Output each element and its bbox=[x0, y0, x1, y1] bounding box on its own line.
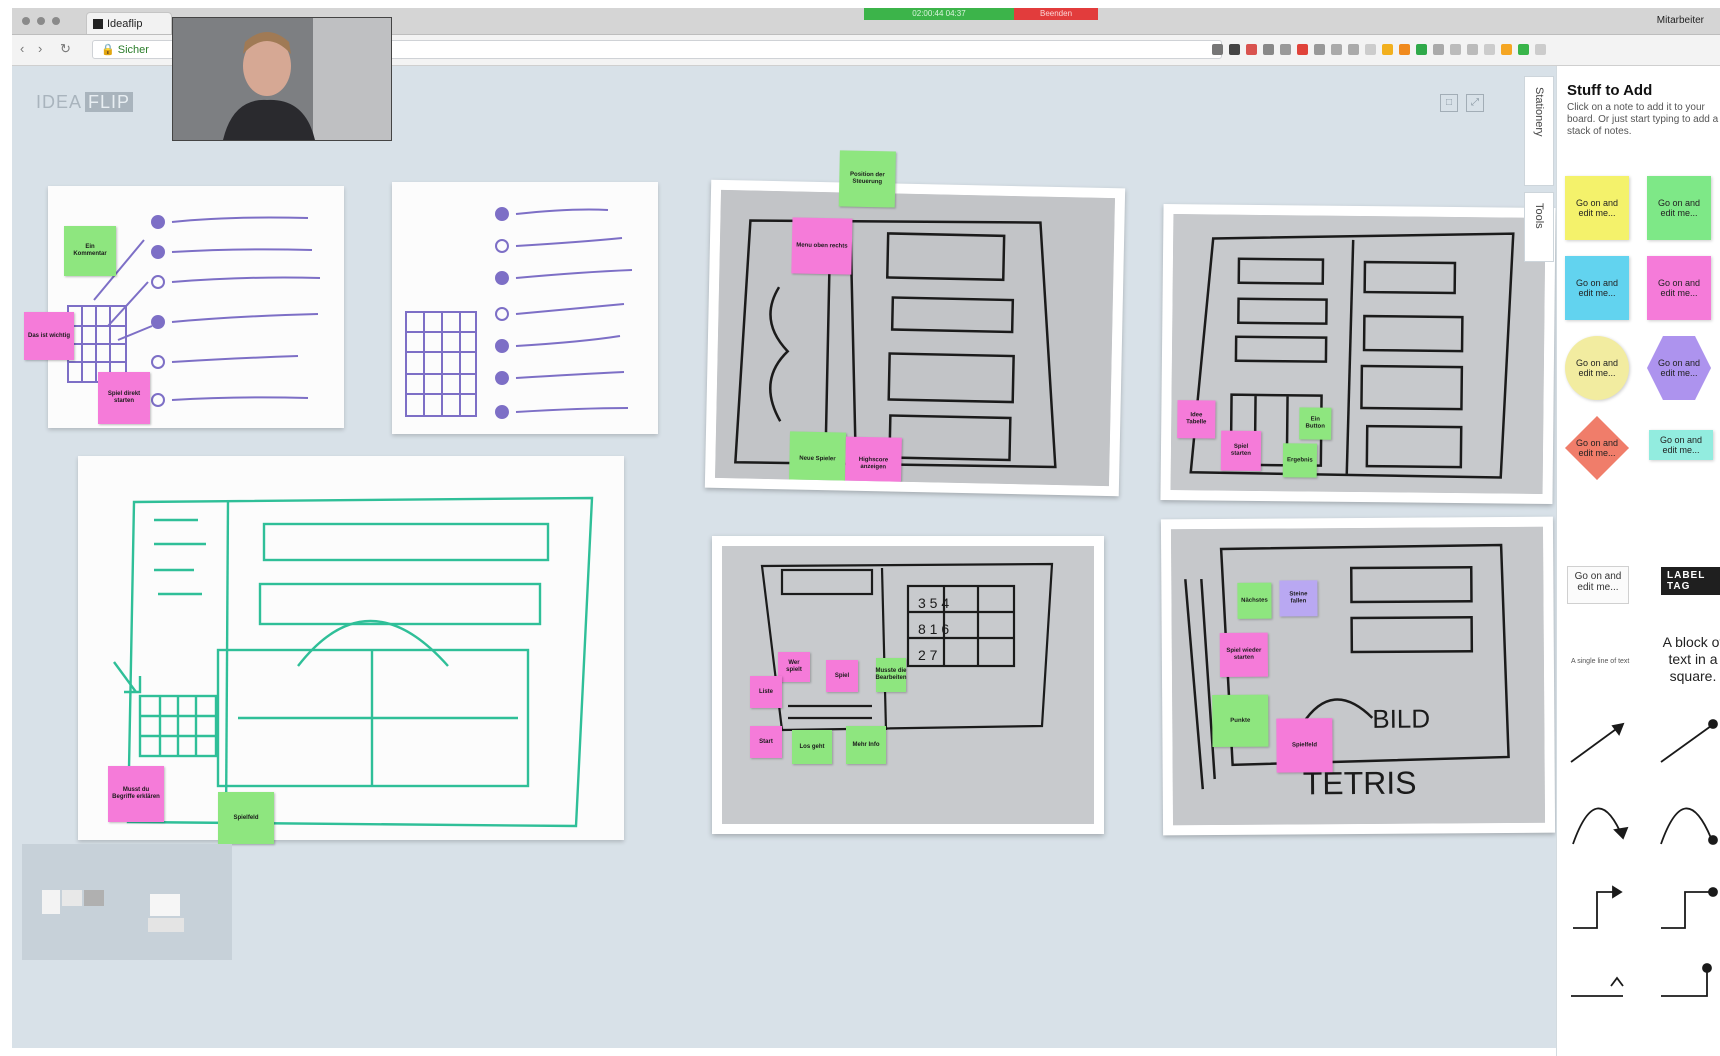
hexagon-note[interactable]: Go on and edit me... bbox=[1647, 336, 1711, 400]
panel-help: Click on a note to add it to your board.… bbox=[1567, 102, 1719, 137]
fit-icon[interactable]: □ bbox=[1440, 94, 1458, 112]
photo-sketch-3[interactable]: 3 5 4 8 1 6 2 7 Wer spielt Spiel Liste M… bbox=[712, 536, 1104, 834]
svg-text:8 1 6: 8 1 6 bbox=[918, 621, 949, 637]
sticky-note[interactable]: Highscore anzeigen bbox=[844, 436, 902, 487]
sketch-card-list[interactable]: Ein Kommentar Das ist wichtig Spiel dire… bbox=[24, 186, 344, 428]
curved-arrow-icon bbox=[1572, 807, 1624, 845]
user-label: Mitarbeiter bbox=[1656, 15, 1704, 26]
sticky-note[interactable]: Spiel direkt starten bbox=[98, 372, 150, 424]
sticky-note[interactable]: Idee Tabelle bbox=[1177, 400, 1216, 439]
sticky-note[interactable]: Steine fallen bbox=[1279, 580, 1318, 617]
sketch-card-wireframe[interactable]: Musst du Begriffe erklären Spielfeld bbox=[78, 456, 624, 844]
favicon-icon bbox=[93, 19, 103, 29]
sticky-note[interactable]: Start bbox=[750, 726, 782, 758]
sketch-drawing bbox=[405, 207, 633, 419]
tab-stationery[interactable]: Stationery bbox=[1524, 76, 1554, 186]
yellow-note[interactable]: Go on and edit me... bbox=[1565, 176, 1629, 240]
side-tabs: Stationery Tools bbox=[1524, 76, 1554, 268]
tab-title: Ideaflip bbox=[107, 18, 143, 30]
photo-sketch-4[interactable]: BILD TETRIS Nächstes Steine fallen Spiel… bbox=[1160, 516, 1556, 836]
sticky-note[interactable]: Ein Kommentar bbox=[64, 226, 116, 276]
reload-icon[interactable]: ↻ bbox=[60, 41, 71, 57]
back-icon[interactable]: ‹ bbox=[20, 41, 24, 56]
call-status-bar: 02:00:44 04:37 Beenden bbox=[864, 8, 1098, 20]
mint-note[interactable]: Go on and edit me... bbox=[1649, 430, 1713, 460]
diamond-note[interactable]: Go on and edit me... bbox=[1565, 416, 1629, 480]
sticky-note[interactable]: Spiel bbox=[826, 660, 858, 692]
sticky-note[interactable]: Spiel wieder starten bbox=[1219, 632, 1269, 677]
sticky-note[interactable]: Wer spielt bbox=[778, 652, 810, 682]
round-note[interactable]: Go on and edit me... bbox=[1565, 336, 1629, 400]
curved-line-dot-icon bbox=[1660, 807, 1712, 845]
url-text: Sicher bbox=[117, 44, 149, 56]
photo-sketch-1[interactable]: Menu oben rechts Neue Spieler Highscore … bbox=[704, 150, 1126, 497]
green-note[interactable]: Go on and edit me... bbox=[1647, 176, 1711, 240]
board-canvas[interactable]: IDEA FLIP □ ⤢ Ein Kommentar Das ist wich… bbox=[12, 66, 1556, 1048]
pink-note[interactable]: Go on and edit me... bbox=[1647, 256, 1711, 320]
forward-icon[interactable]: › bbox=[38, 41, 42, 56]
secure-lock-icon: 🔒 bbox=[101, 44, 118, 56]
svg-text:2 7: 2 7 bbox=[918, 647, 938, 663]
sticky-note[interactable]: Spielfeld bbox=[218, 792, 274, 844]
sticky-note[interactable]: Spielfeld bbox=[1276, 718, 1333, 773]
straight-line-dot-icon bbox=[1660, 725, 1712, 763]
photo-word-bild: BILD bbox=[1372, 703, 1430, 733]
single-line-text-tool[interactable]: A single line of text bbox=[1571, 658, 1629, 665]
sketch-card-list-2[interactable] bbox=[392, 182, 658, 434]
sticky-note[interactable]: Nächstes bbox=[1237, 582, 1272, 619]
fullscreen-icon[interactable]: ⤢ bbox=[1466, 94, 1484, 112]
sticky-note[interactable]: Position der Steuerung bbox=[838, 150, 896, 208]
sticky-note[interactable]: Ergebnis bbox=[1282, 443, 1318, 478]
minimap-preview bbox=[42, 890, 184, 932]
text-box-shape[interactable]: Go on and edit me... bbox=[1567, 566, 1629, 604]
extension-icons[interactable] bbox=[1212, 44, 1546, 55]
step-line-dot-icon bbox=[1661, 970, 1708, 997]
photo-content bbox=[715, 189, 1115, 487]
sticky-note[interactable]: Musste die Bearbeiten bbox=[876, 658, 907, 692]
svg-text:3 5 4: 3 5 4 bbox=[918, 595, 949, 611]
text-block-tool[interactable]: A block of text in a square. bbox=[1653, 634, 1720, 685]
sticky-note[interactable]: Neue Spieler bbox=[788, 431, 847, 487]
window-controls[interactable] bbox=[22, 17, 60, 25]
sticky-note[interactable]: Mehr Info bbox=[846, 726, 886, 764]
sticky-note[interactable]: Spiel starten bbox=[1220, 430, 1262, 471]
label-tag-button[interactable]: LABEL TAG bbox=[1661, 567, 1720, 595]
photo-sketch-2[interactable]: Idee Tabelle Spiel starten Ein Button Er… bbox=[1160, 203, 1556, 505]
sticky-note[interactable]: Punkte bbox=[1212, 694, 1269, 748]
step-arrow-icon bbox=[1571, 976, 1624, 997]
sticky-note[interactable]: Liste bbox=[750, 676, 782, 708]
stuff-to-add-panel: Stuff to Add Click on a note to add it t… bbox=[1556, 66, 1720, 1056]
browser-tab[interactable]: Ideaflip bbox=[86, 12, 172, 34]
app-logo: IDEA FLIP bbox=[36, 92, 134, 113]
sketch-drawing bbox=[67, 215, 321, 407]
panel-title: Stuff to Add bbox=[1567, 82, 1653, 99]
browser-window: Ideaflip 02:00:44 04:37 Beenden Mitarbei… bbox=[12, 8, 1720, 1056]
sticky-note[interactable]: Menu oben rechts bbox=[791, 217, 853, 275]
sticky-note[interactable]: Das ist wichtig bbox=[24, 312, 74, 360]
webcam-video[interactable] bbox=[172, 17, 392, 141]
elbow-line-dot-icon bbox=[1661, 891, 1709, 929]
connector-tools[interactable] bbox=[1557, 706, 1720, 1056]
sticky-note[interactable]: Los geht bbox=[792, 730, 832, 764]
minimap[interactable] bbox=[22, 844, 232, 960]
sticky-note[interactable]: Musst du Begriffe erklären bbox=[108, 766, 164, 822]
sticky-note[interactable]: Ein Button bbox=[1299, 407, 1332, 440]
tab-tools[interactable]: Tools bbox=[1524, 192, 1554, 262]
call-timer: 02:00:44 04:37 bbox=[864, 8, 1014, 20]
video-person bbox=[173, 18, 391, 140]
end-call-button[interactable]: Beenden bbox=[1014, 8, 1098, 20]
blue-note[interactable]: Go on and edit me... bbox=[1565, 256, 1629, 320]
view-tools[interactable]: □ ⤢ bbox=[1440, 94, 1484, 112]
